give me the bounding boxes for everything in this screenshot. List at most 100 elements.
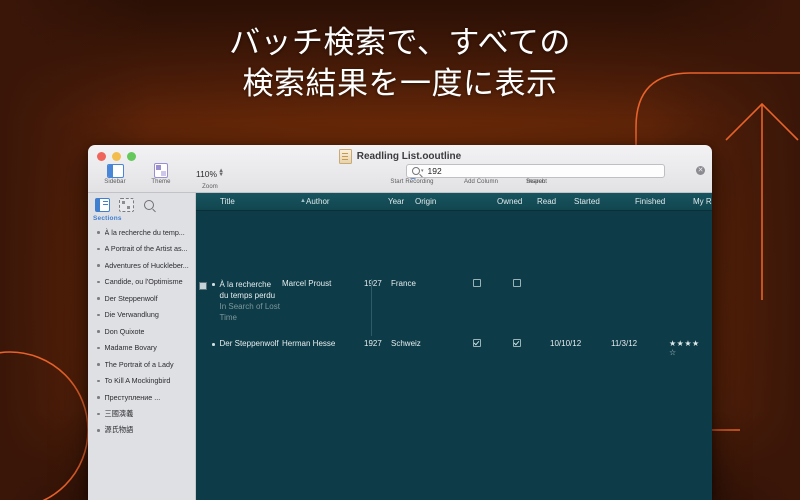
cell-title: À la recherche du temps perdu (219, 280, 276, 300)
sidebar-item-label: 源氏物語 (104, 425, 134, 435)
toolbar-zoom-stepper[interactable]: 110%▲ ▼ Zoom (182, 164, 238, 190)
row-selection-handle[interactable] (199, 282, 207, 290)
sidebar-item-1[interactable]: A Portrait of the Artist as... (88, 241, 195, 258)
owned-checkbox[interactable] (473, 339, 481, 347)
column-header-origin[interactable]: Origin (415, 197, 497, 206)
cell-read[interactable] (513, 279, 550, 336)
read-checkbox[interactable] (513, 339, 521, 347)
column-divider (371, 279, 372, 336)
sidebar-item-4[interactable]: Der Steppenwolf (88, 290, 195, 307)
bullet-icon (97, 330, 100, 333)
column-header-year[interactable]: Year (388, 197, 415, 206)
column-header-my-rating[interactable]: My Rating (693, 197, 712, 206)
chevron-updown-icon[interactable]: ▲ ▼ (218, 168, 224, 178)
toolbar-zoom-label: Zoom (202, 184, 218, 190)
owned-checkbox[interactable] (473, 279, 481, 287)
cell-owned[interactable] (473, 339, 513, 363)
toolbar: Sidebar Theme 110%▲ ▼ Zoom Start Recordin… (88, 163, 712, 192)
window-title: Readling List.ooutline (356, 151, 462, 162)
outline-table: Title Author Year Origin Owned Read Star… (196, 193, 712, 500)
sidebar-item-label: Madame Bovary (104, 343, 157, 353)
column-header-finished[interactable]: Finished (635, 197, 693, 206)
cell-started: 10/10/12 (550, 339, 582, 348)
cell-finished (611, 279, 669, 336)
search-view-icon[interactable] (143, 199, 156, 211)
search-value: 192 (427, 166, 442, 176)
sidebar-item-label: The Portrait of a Lady (104, 359, 174, 369)
cell-year: 1927 (364, 279, 382, 288)
grid-view-icon[interactable] (119, 198, 134, 212)
sidebar-item-3[interactable]: Candide, ou l'Optimisme (88, 274, 195, 291)
sidebar-item-0[interactable]: À la recherche du temp... (88, 224, 195, 241)
bullet-icon (97, 247, 100, 250)
theme-icon (138, 163, 184, 178)
window-chrome: Readling List.ooutline Sidebar Theme 110… (88, 145, 712, 193)
clear-search-button[interactable]: ✕ (696, 166, 705, 175)
search-input[interactable]: ▾ 192 (406, 164, 665, 178)
sidebar-view-switcher[interactable] (88, 193, 195, 214)
bullet-icon (97, 280, 100, 283)
outline-view-icon[interactable] (95, 198, 110, 212)
sidebar-item-label: Der Steppenwolf (104, 293, 158, 303)
sidebar-item-label: 三國演義 (104, 408, 134, 418)
sidebar-item-label: Adventures of Huckleber... (104, 260, 189, 270)
headline: バッチ検索で、すべての 検索結果を一度に表示 (0, 22, 800, 104)
table-row[interactable]: À la recherche du temps perdu In Search … (196, 279, 712, 336)
column-header-owned[interactable]: Owned (497, 197, 537, 206)
bullet-icon (97, 379, 100, 382)
sidebar-item-8[interactable]: The Portrait of a Lady (88, 356, 195, 373)
cell-year: 1927 (364, 339, 382, 348)
zoom-value: 110% (195, 169, 218, 179)
toolbar-sidebar-label: Sidebar (104, 179, 126, 185)
bullet-icon (97, 297, 100, 300)
cell-read[interactable] (513, 339, 550, 363)
sidebar-item-9[interactable]: To Kill A Mockingbird (88, 373, 195, 390)
sidebar-item-6[interactable]: Don Quixote (88, 323, 195, 340)
toolbar-theme-label: Theme (151, 179, 171, 185)
bullet-icon (97, 231, 100, 234)
row-bullet-icon (212, 343, 215, 346)
sidebar-item-label: A Portrait of the Artist as... (104, 244, 188, 254)
toolbar-sidebar-button[interactable]: Sidebar (92, 163, 138, 185)
bullet-icon (97, 363, 100, 366)
sidebar-section-header: Sections (93, 215, 122, 222)
sidebar-item-2[interactable]: Adventures of Huckleber... (88, 257, 195, 274)
sidebar-item-5[interactable]: Die Verwandlung (88, 307, 195, 324)
sidebar-item-label: Don Quixote (104, 326, 145, 336)
sidebar-item-12[interactable]: 源氏物語 (88, 422, 195, 439)
chevron-down-icon[interactable]: ▾ (421, 168, 424, 174)
column-header-started[interactable]: Started (574, 197, 635, 206)
sidebar-item-10[interactable]: Преступление ... (88, 389, 195, 406)
table-header-row: Title Author Year Origin Owned Read Star… (196, 193, 712, 211)
sort-indicator-icon: ▲ (300, 198, 306, 204)
headline-line-1: バッチ検索で、すべての (229, 25, 571, 60)
sidebar-item-7[interactable]: Madame Bovary (88, 340, 195, 357)
toolbar-theme-button[interactable]: Theme (138, 163, 184, 185)
bullet-icon (97, 313, 100, 316)
cell-my-rating[interactable]: ★★★★ ☆ (669, 339, 709, 363)
sidebar-item-label: Die Verwandlung (104, 310, 159, 320)
cell-origin: France (391, 279, 416, 288)
bullet-icon (97, 412, 100, 415)
cell-title: Der Steppenwolf (219, 339, 279, 348)
sidebar-icon (92, 163, 138, 178)
zoom-value-row: 110%▲ ▼ (182, 164, 238, 182)
window-body: Sections À la recherche du temp... A Por… (88, 193, 712, 500)
row-bullet-icon (212, 283, 215, 286)
search-label: Search (525, 179, 545, 185)
bullet-icon (97, 264, 100, 267)
search-icon (412, 167, 420, 175)
column-header-author[interactable]: Author (306, 197, 388, 206)
read-checkbox[interactable] (513, 279, 521, 287)
cell-origin: Schweiz (391, 339, 421, 348)
column-header-read[interactable]: Read (537, 197, 574, 206)
cell-owned[interactable] (473, 279, 513, 336)
column-header-title[interactable]: Title (196, 197, 306, 206)
sidebar-item-label: To Kill A Mockingbird (104, 376, 171, 386)
cell-finished: 11/3/12 (611, 339, 638, 348)
sidebar-item-11[interactable]: 三國演義 (88, 406, 195, 423)
cell-author: Marcel Proust (282, 279, 332, 288)
app-window: Readling List.ooutline Sidebar Theme 110… (88, 145, 712, 500)
table-row[interactable]: Der Steppenwolf Herman Hesse 1927 Schwei… (196, 339, 712, 363)
sidebar-item-label: Преступление ... (104, 392, 161, 402)
